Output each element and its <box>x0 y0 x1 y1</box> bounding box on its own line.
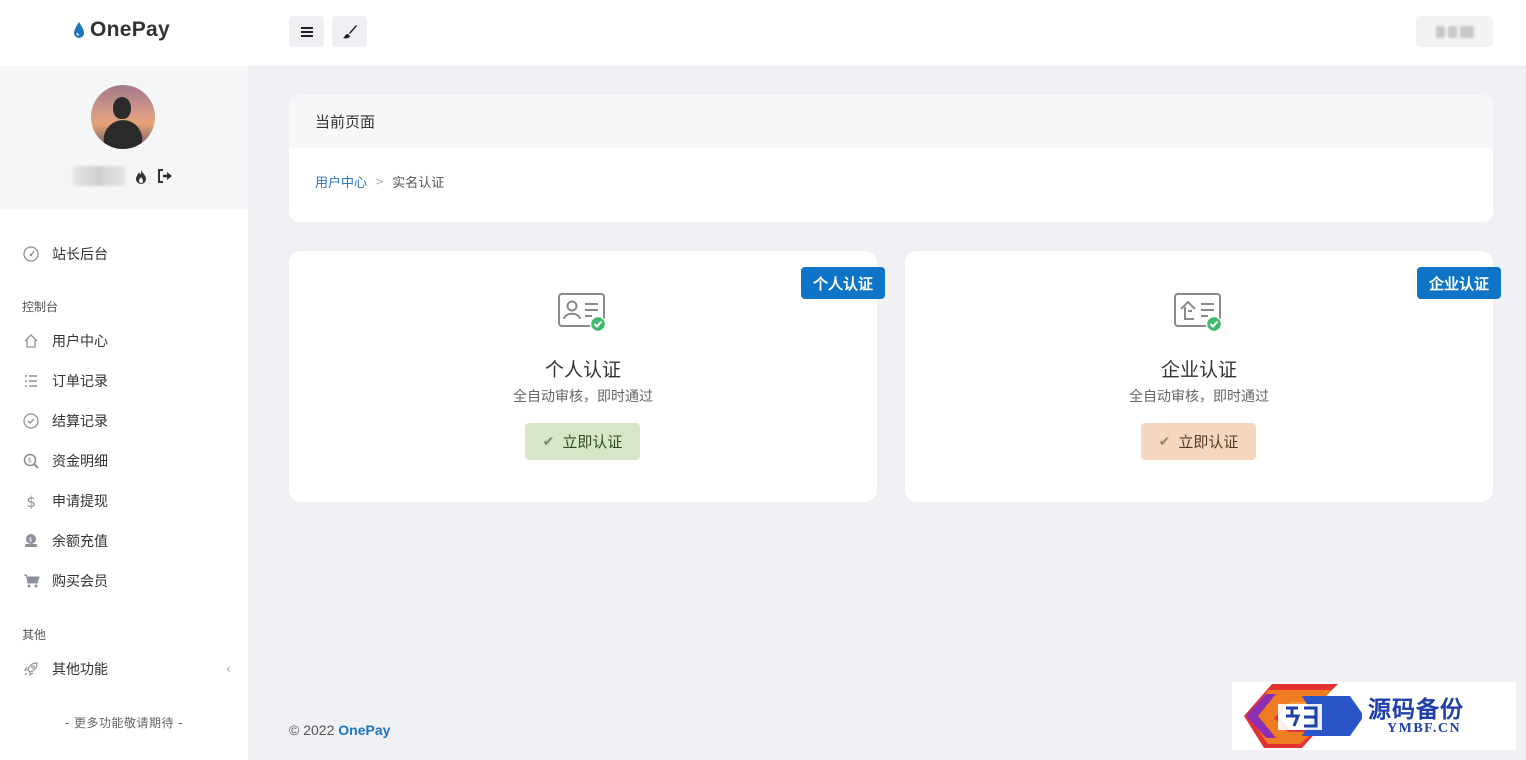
section-heading-other: 其他 <box>22 628 47 642</box>
sidebar-item-label: 结算记录 <box>52 414 108 430</box>
check-icon: ✔ <box>1158 433 1171 450</box>
profile-panel <box>0 66 248 209</box>
enterprise-verification-card: 企业认证 企业认证 全自动审核，即时通过 ✔ 立即认证 <box>905 251 1501 502</box>
sidebar-item-label: 用户中心 <box>52 334 108 350</box>
cart-icon <box>22 572 40 590</box>
watermark-text-en: YMBF.CN <box>1387 721 1462 736</box>
check-circle-icon <box>22 412 40 430</box>
sidebar-item-label: 资金明细 <box>52 454 108 470</box>
sidebar-item-settlement[interactable]: 结算记录 <box>22 411 108 431</box>
check-icon: ✔ <box>542 433 555 450</box>
search-dollar-icon: $ <box>22 452 40 470</box>
chevron-left-icon[interactable]: ‹ <box>226 662 231 676</box>
footer: © 2022 OnePay <box>289 722 390 738</box>
home-icon <box>22 332 40 350</box>
id-card-enterprise-icon <box>1174 293 1223 333</box>
sidebar-item-other-features[interactable]: 其他功能 <box>22 659 108 679</box>
account-menu[interactable] <box>1416 16 1493 47</box>
sidebar-item-membership[interactable]: 购买会员 <box>22 571 108 591</box>
breadcrumb-link-user-center[interactable]: 用户中心 <box>315 172 367 191</box>
theme-button[interactable] <box>332 16 367 47</box>
coins-icon: $ <box>22 532 40 550</box>
personal-verify-button[interactable]: ✔ 立即认证 <box>525 423 640 460</box>
watermark-text-cn: 源码备份 <box>1368 696 1464 723</box>
sidebar-item-user-center[interactable]: 用户中心 <box>22 331 108 351</box>
card-title: 个人认证 <box>544 359 621 381</box>
card-description: 全自动审核，即时通过 <box>1129 389 1269 405</box>
sidebar-item-label: 申请提现 <box>52 494 108 510</box>
sidebar-item-label: 其他功能 <box>52 662 108 678</box>
dollar-icon: $ <box>22 492 40 510</box>
sidebar-item-withdraw[interactable]: $ 申请提现 <box>22 491 109 511</box>
button-label: 立即认证 <box>1178 433 1239 451</box>
svg-text:$: $ <box>27 493 37 509</box>
logout-icon[interactable] <box>157 168 173 184</box>
sidebar-item-label: 订单记录 <box>52 374 108 390</box>
watermark-logo-icon <box>1244 684 1362 748</box>
drop-icon <box>74 22 84 38</box>
top-header: OnePay <box>0 0 1526 66</box>
card-title: 企业认证 <box>1160 359 1237 381</box>
personal-badge: 个人认证 <box>800 267 885 299</box>
enterprise-verify-button[interactable]: ✔ 立即认证 <box>1141 423 1256 460</box>
footer-brand-link[interactable]: OnePay <box>338 722 390 738</box>
sidebar-item-orders[interactable]: 订单记录 <box>22 371 108 391</box>
account-avatar-blur <box>1435 25 1445 38</box>
section-heading-console: 控制台 <box>22 300 59 314</box>
svg-text:$: $ <box>29 537 33 544</box>
sidebar: 站长后台 控制台 用户中心 订单记录 结算记录 $ 资金明细 $ 申请提现 $ <box>0 66 248 760</box>
sidebar-toggle-button[interactable] <box>289 16 324 47</box>
sidebar-item-label: 站长后台 <box>52 247 108 263</box>
watermark: 源码备份 YMBF.CN <box>1232 682 1516 750</box>
sidebar-item-admin[interactable]: 站长后台 <box>22 244 108 264</box>
copyright: © 2022 <box>289 722 335 738</box>
brand-name: OnePay <box>90 18 171 41</box>
chevron-right-icon: > <box>375 175 385 188</box>
button-label: 立即认证 <box>562 433 623 451</box>
breadcrumb: 用户中心 > 实名认证 <box>289 148 1493 215</box>
breadcrumb-current: 实名认证 <box>392 176 445 191</box>
breadcrumb-card: 当前页面 用户中心 > 实名认证 <box>289 95 1493 222</box>
id-card-person-icon <box>558 293 607 333</box>
brush-icon <box>342 24 357 38</box>
card-description: 全自动审核，即时通过 <box>513 389 653 405</box>
sidebar-item-label: 购买会员 <box>52 574 108 590</box>
enterprise-badge: 企业认证 <box>1416 267 1501 299</box>
more-features-note: - 更多功能敬请期待 - <box>64 716 184 730</box>
page-title: 当前页面 <box>289 95 1493 148</box>
account-name-blur <box>1447 25 1457 38</box>
personal-verification-card: 个人认证 个人认证 全自动审核，即时通过 ✔ 立即认证 <box>289 251 885 502</box>
fire-icon[interactable] <box>133 168 149 184</box>
list-icon <box>22 372 40 390</box>
sidebar-item-recharge[interactable]: $ 余额充值 <box>22 531 108 551</box>
menu-icon <box>300 26 313 37</box>
avatar[interactable] <box>91 85 155 149</box>
account-name-blur <box>1459 25 1474 38</box>
sidebar-item-label: 余额充值 <box>52 534 108 550</box>
rocket-icon <box>22 660 40 678</box>
gauge-icon <box>22 245 40 263</box>
sidebar-item-funds[interactable]: $ 资金明细 <box>22 451 108 471</box>
brand-logo[interactable]: OnePay <box>72 18 170 42</box>
username-blurred <box>73 166 125 186</box>
svg-text:$: $ <box>28 457 32 465</box>
